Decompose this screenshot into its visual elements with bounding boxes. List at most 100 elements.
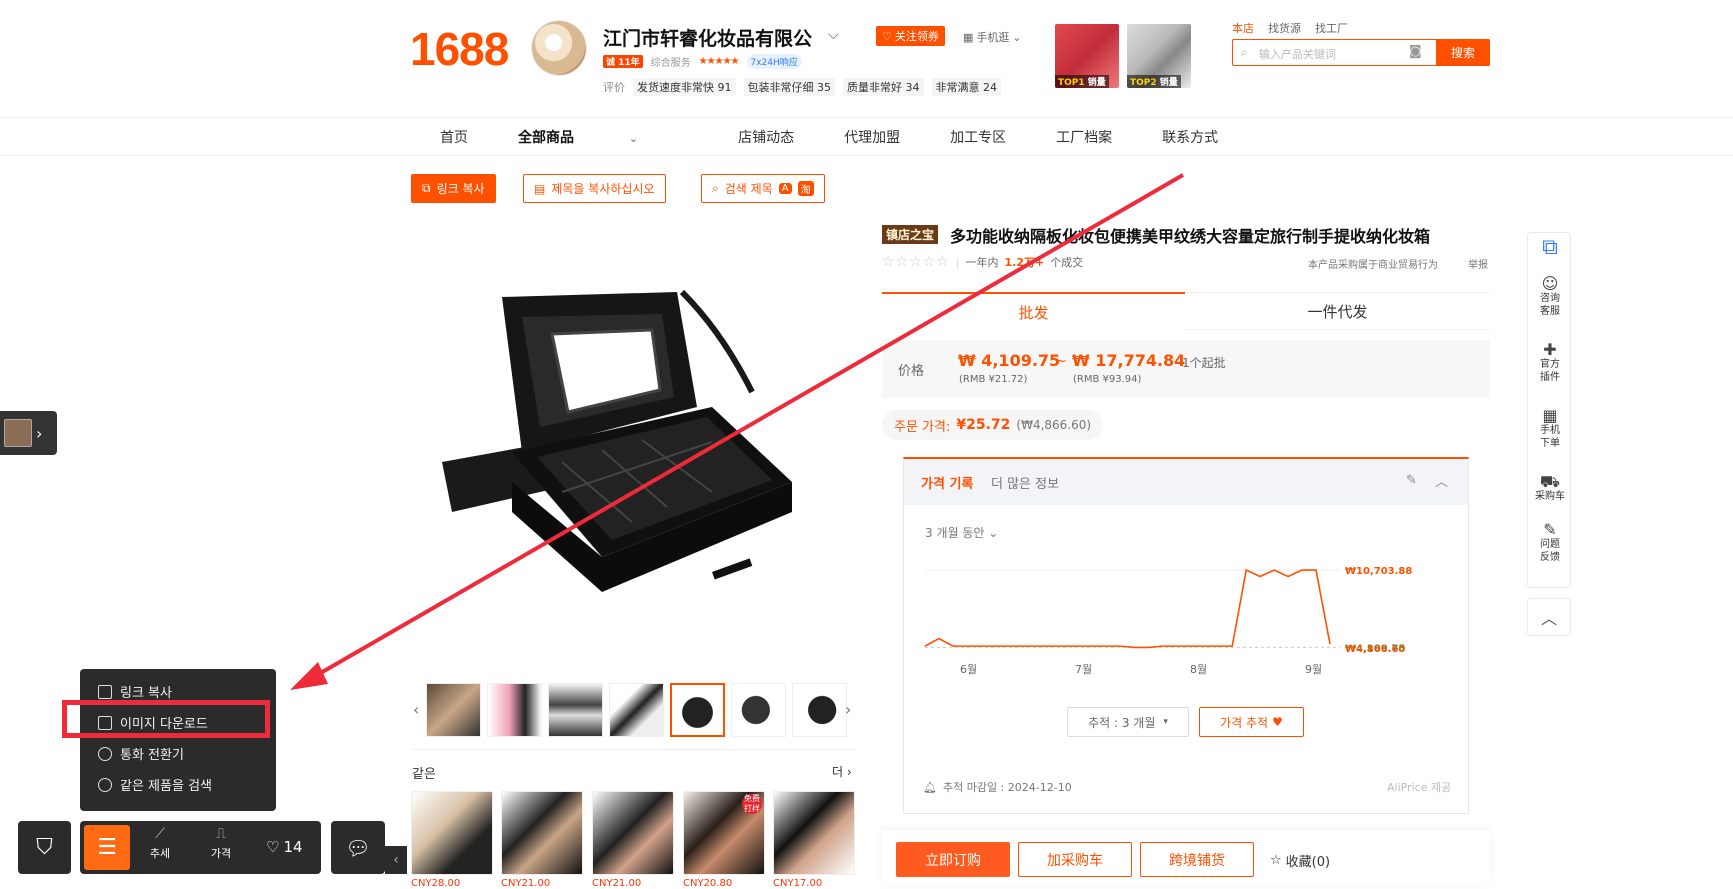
- qr-icon: ▦: [963, 30, 974, 44]
- thumbnail[interactable]: [792, 683, 847, 737]
- tab-more-info[interactable]: 더 많은 정보: [991, 473, 1059, 492]
- eval-chip: 质量非常好 34: [843, 78, 924, 96]
- nav-item-news[interactable]: 店铺动态: [738, 127, 794, 147]
- logo[interactable]: 1688: [410, 22, 509, 76]
- nav-item-home[interactable]: 首页: [440, 127, 468, 147]
- chat-button[interactable]: 💬︎: [331, 821, 385, 874]
- product-tag: 镇店之宝: [882, 225, 939, 244]
- shop-name[interactable]: 江门市轩睿化妆品有限公: [603, 24, 812, 51]
- thumbnail[interactable]: [609, 683, 664, 737]
- sidebar-item-mobile[interactable]: ▦ 手机 下单: [1528, 408, 1572, 450]
- thumbnail[interactable]: [731, 683, 786, 737]
- similar-product[interactable]: [773, 791, 855, 875]
- price-button[interactable]: ⎍ 가격: [198, 826, 244, 861]
- similar-product[interactable]: [501, 791, 583, 875]
- shop-avatar[interactable]: [531, 20, 587, 76]
- currency-icon: [98, 746, 112, 761]
- similar-product[interactable]: 免费打样: [683, 791, 765, 875]
- search-tab[interactable]: 找工厂: [1315, 20, 1348, 36]
- similar-product[interactable]: [592, 791, 674, 875]
- similar-product[interactable]: [411, 791, 493, 875]
- thumbnail-active[interactable]: [670, 683, 725, 737]
- year-label: 一年内: [965, 256, 999, 269]
- edit-icon: ✎: [1543, 520, 1557, 539]
- tab-dropship[interactable]: 一件代发: [1185, 292, 1490, 330]
- range-select[interactable]: 3 개월 동안 ⌄: [925, 524, 998, 541]
- edit-icon[interactable]: ✎: [1406, 473, 1417, 488]
- back-to-top-button[interactable]: ︿: [1527, 598, 1571, 636]
- nav-item-all-products[interactable]: 全部商品 ⌄: [518, 127, 688, 147]
- divider: [0, 117, 1733, 118]
- camera-icon[interactable]: ◙: [1409, 44, 1422, 59]
- order-price-krw: (₩4,866.60): [1016, 418, 1092, 432]
- menu-item-copy-link[interactable]: 링크 복사: [98, 682, 172, 701]
- search-icon: [98, 777, 112, 792]
- similar-price: CNY17.00: [773, 878, 823, 889]
- favorite-button[interactable]: ☆ 收藏(0): [1270, 851, 1330, 870]
- cross-border-button[interactable]: 跨境铺货: [1140, 842, 1254, 877]
- tab-wholesale[interactable]: 批发: [882, 292, 1185, 330]
- top-product-2[interactable]: TOP2 销量: [1127, 24, 1191, 88]
- divider: [0, 155, 1733, 156]
- nav-item-processing[interactable]: 加工专区: [950, 127, 1006, 147]
- buy-now-button[interactable]: 立即订购: [896, 842, 1010, 877]
- search-title-button[interactable]: ⌕ 검색 제목 A 淘: [701, 174, 825, 203]
- shop-badges: 诚 11年 综合服务 ★★★★★ 7x24H响应: [603, 54, 802, 69]
- shopping-bag-button[interactable]: ⛉: [18, 821, 71, 874]
- chevron-down-icon: ⌄: [1012, 30, 1022, 44]
- home-button[interactable]: ☰: [84, 825, 130, 870]
- search-button[interactable]: 搜索: [1436, 39, 1490, 66]
- similar-more-link[interactable]: 더 ›: [832, 763, 852, 780]
- thumbnail[interactable]: [426, 683, 481, 737]
- menu-item-currency-converter[interactable]: 통화 전환기: [98, 744, 184, 763]
- trend-button[interactable]: ⟋ 추세: [137, 826, 183, 861]
- search-tab[interactable]: 找货源: [1268, 20, 1301, 36]
- chevron-down-icon[interactable]: ⌵: [828, 27, 839, 43]
- track-period-select[interactable]: 추적 : 3 개월 ▾: [1067, 707, 1189, 737]
- collapse-toolbar-button[interactable]: ‹: [385, 846, 407, 874]
- left-product-tab[interactable]: ›: [0, 411, 57, 455]
- copy-link-button[interactable]: ⧉ 링크 복사: [411, 174, 496, 203]
- nav-item-contact[interactable]: 联系方式: [1162, 127, 1218, 147]
- thumbnail[interactable]: [487, 683, 542, 737]
- trend-icon: ⟋: [155, 826, 165, 842]
- report-link[interactable]: 举报: [1468, 256, 1488, 271]
- similar-price: CNY21.00: [501, 878, 551, 889]
- order-price-label: 주문 가격:: [894, 419, 951, 435]
- chevron-left-icon[interactable]: ‹: [413, 700, 419, 719]
- search-placeholder: 输入产品关键词: [1259, 48, 1336, 61]
- sidebar-item-consult[interactable]: ☺ 咨询 客服: [1528, 276, 1572, 318]
- mobile-shop-link[interactable]: ▦ 手机逛 ⌄: [963, 29, 1022, 45]
- mobile-label: 手机逛: [976, 31, 1010, 44]
- top-product-1[interactable]: TOP1 销量: [1055, 24, 1119, 88]
- nav-item-factory[interactable]: 工厂档案: [1056, 127, 1112, 147]
- copy-title-button[interactable]: ▤ 제목을 복사하십시오: [523, 174, 666, 203]
- product-main-image[interactable]: [412, 222, 852, 662]
- nav-item-agent[interactable]: 代理加盟: [844, 127, 900, 147]
- search-tab[interactable]: 本店: [1232, 20, 1254, 36]
- puzzle-icon: ✚: [1543, 340, 1557, 359]
- add-cart-button[interactable]: 加采购车: [1018, 842, 1132, 877]
- likes-button[interactable]: ♡ 14: [266, 838, 303, 856]
- chevron-right-icon: ›: [36, 423, 43, 443]
- chevron-up-icon[interactable]: ︿: [1435, 471, 1448, 490]
- chevron-right-icon[interactable]: ›: [845, 700, 851, 719]
- assistant-icon[interactable]: ⧉: [1528, 237, 1572, 259]
- tab-price-history[interactable]: 가격 기록: [921, 473, 973, 492]
- menu-item-search-same[interactable]: 같은 제품을 검색: [98, 775, 212, 794]
- sidebar-item-plugin[interactable]: ✚ 官方 插件: [1528, 340, 1572, 384]
- sidebar-item-feedback[interactable]: ✎ 问题 反馈: [1528, 520, 1572, 564]
- highlight-box: [62, 700, 270, 738]
- top-product-tag: TOP2 销量: [1127, 75, 1181, 88]
- star-icon: ☆: [1270, 853, 1282, 868]
- thumbnail[interactable]: [548, 683, 603, 737]
- bag-icon: ⛉: [36, 835, 53, 860]
- bell-icon: 🔔︎: [923, 780, 937, 794]
- sidebar-item-cart[interactable]: ⛟ 采购车: [1528, 474, 1572, 503]
- copy-link-label: 링크 복사: [436, 182, 485, 196]
- current-price-label: ₩4,866.60: [1345, 644, 1405, 655]
- follow-button[interactable]: ♡ 关注领券: [876, 26, 945, 46]
- track-price-button[interactable]: 가격 추적 ♥: [1199, 707, 1304, 737]
- max-price-label: ₩10,703.88: [1345, 566, 1412, 577]
- shop-nav: 首页 全部商品 ⌄ 店铺动态 代理加盟 加工专区 工厂档案 联系方式: [440, 127, 1268, 147]
